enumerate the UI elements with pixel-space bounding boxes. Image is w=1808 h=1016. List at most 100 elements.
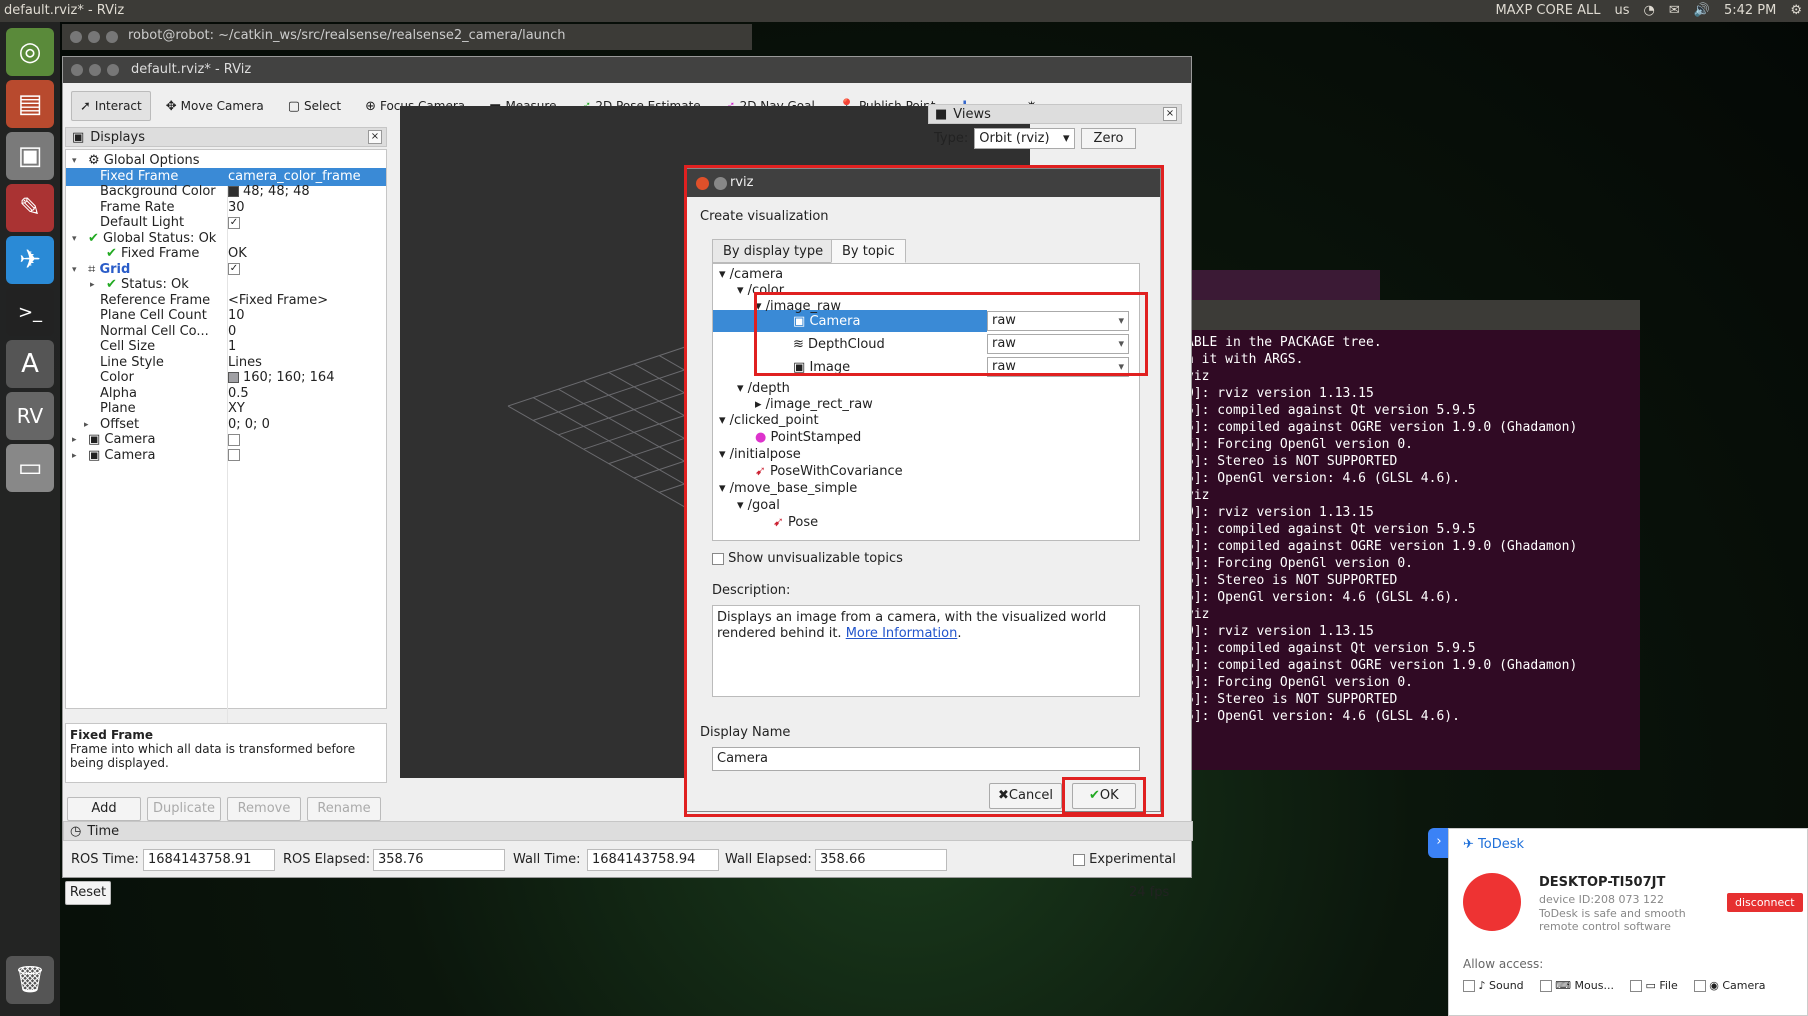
volume-icon[interactable]: 🔊 (1694, 3, 1710, 18)
dash-icon[interactable]: ◎ (6, 28, 54, 76)
tree-camera-2[interactable]: ▸ ▣ Camera (66, 447, 386, 465)
minimize-icon[interactable] (88, 31, 100, 43)
description-label: Description: (712, 583, 791, 598)
ros-time-field[interactable]: 1684143758.91 (143, 849, 275, 871)
software-center-icon[interactable]: A (6, 340, 54, 388)
close-icon[interactable] (696, 177, 709, 190)
drive-icon[interactable]: ▭ (6, 444, 54, 492)
close-panel-button[interactable]: × (368, 130, 382, 144)
rviz-titlebar[interactable]: default.rviz* - RViz (63, 57, 1191, 83)
tree-item-depth[interactable]: ▾ /depth (737, 380, 790, 397)
cancel-button[interactable]: ✖Cancel (989, 783, 1062, 809)
duplicate-button[interactable]: Duplicate (147, 797, 221, 821)
experimental-checkbox[interactable]: Experimental (1073, 852, 1176, 867)
tree-item-goal[interactable]: ▾ /goal (737, 497, 780, 514)
description-area: Displays an image from a camera, with th… (712, 605, 1140, 697)
permission-sound[interactable]: ♪ Sound (1463, 979, 1524, 992)
gpu-indicator[interactable]: MAXP CORE ALL (1495, 3, 1600, 18)
checkbox[interactable] (228, 449, 240, 461)
rename-button[interactable]: Rename (307, 797, 381, 821)
permission-mouse[interactable]: ⌨ Mous... (1539, 979, 1614, 992)
wall-elapsed-field[interactable]: 358.66 (815, 849, 947, 871)
checkbox[interactable] (228, 433, 240, 446)
gear-icon[interactable]: ⚙ (1790, 3, 1802, 18)
maximize-icon[interactable] (107, 64, 119, 76)
terminal-line: 5]: Stereo is NOT SUPPORTED (1186, 692, 1398, 707)
ros-elapsed-field[interactable]: 358.76 (373, 849, 505, 871)
expand-arrow-icon[interactable]: ▸ (72, 447, 77, 465)
display-name-label: Display Name (700, 725, 791, 740)
view-type-label: Type: (934, 131, 969, 146)
checkbox[interactable]: ✓ (228, 263, 240, 275)
tree-item-posewithcovariance[interactable]: ➹ PoseWithCovariance (755, 463, 903, 480)
move-camera-tool[interactable]: ✥ Move Camera (157, 91, 273, 121)
wall-time-field[interactable]: 1684143758.94 (587, 849, 719, 871)
minimize-icon[interactable] (89, 64, 101, 76)
tree-item-image-rect-raw[interactable]: ▸ /image_rect_raw (755, 396, 873, 413)
tab-by-display-type[interactable]: By display type (712, 239, 835, 263)
terminal-titlebar[interactable] (1180, 300, 1640, 330)
settings-icon[interactable]: ✎ (6, 184, 54, 232)
status-icon: ✔ (88, 230, 104, 246)
terminal-line: ABLE in the PACKAGE tree. (1186, 335, 1382, 350)
time-panel: ◷ Time ROS Time: 1684143758.91 ROS Elaps… (63, 821, 1193, 905)
files-icon[interactable]: ▤ (6, 80, 54, 128)
disconnect-button[interactable]: disconnect (1727, 893, 1803, 912)
terminal-icon[interactable]: >_ (6, 288, 54, 336)
wifi-icon[interactable]: ◔ (1644, 3, 1655, 18)
displays-tree[interactable]: ▾ ⚙ Global Options Fixed Frame camera_color… (65, 149, 387, 732)
zero-button[interactable]: Zero (1080, 128, 1137, 149)
tree-item-clicked-point[interactable]: ▾ /clicked_point (719, 412, 819, 429)
tree-item-move-base-simple[interactable]: ▾ /move_base_simple (719, 480, 857, 497)
remove-button[interactable]: Remove (227, 797, 301, 821)
views-header: ■ Views × (928, 104, 1182, 124)
mail-icon[interactable]: ✉ (1669, 3, 1680, 18)
status-icon: ✔ (106, 246, 122, 261)
close-icon[interactable] (71, 64, 83, 76)
todesk-collapse-button[interactable]: › (1428, 828, 1450, 858)
tree-item-pose[interactable]: ➹ Pose (773, 514, 818, 531)
maximize-icon[interactable] (106, 31, 118, 43)
focus-icon: ⊕ (365, 98, 376, 114)
view-type-select[interactable]: Orbit (rviz) ▾ (974, 128, 1075, 149)
launcher: ◎ ▤ ▣ ✎ ✈ >_ A RV ▭ 🗑 (0, 22, 60, 1016)
tree-item-camera[interactable]: ▾ /camera (719, 266, 783, 283)
keyboard-indicator[interactable]: us (1615, 3, 1630, 18)
display-name-input[interactable]: Camera (712, 747, 1140, 771)
terminal-output[interactable]: ABLE in the PACKAGE tree. n it with ARGS.… (1180, 330, 1640, 770)
tree-item-pointstamped[interactable]: ● PointStamped (755, 429, 861, 446)
tree-item-initialpose[interactable]: ▾ /initialpose (719, 446, 801, 463)
terminal-line: 5]: compiled against OGRE version 1.9.0 … (1186, 539, 1578, 554)
clock[interactable]: 5:42 PM (1724, 3, 1776, 18)
close-panel-button[interactable]: × (1163, 107, 1177, 121)
device-name: DESKTOP-TI507JT (1539, 875, 1666, 890)
add-button[interactable]: Add (67, 797, 141, 821)
status-icon: ▣ (88, 432, 105, 447)
status-icon: ▣ (88, 447, 105, 463)
permission-camera[interactable]: ◉ Camera (1693, 979, 1766, 992)
monitor-icon: ▣ (72, 129, 85, 145)
permission-file[interactable]: ▭ File (1629, 979, 1678, 992)
pose-covariance-icon: ➹ (755, 464, 766, 479)
dialog-titlebar[interactable]: rviz (686, 169, 1160, 197)
fps-readout: 24 fps (1129, 885, 1170, 900)
move-icon: ✥ (165, 98, 177, 114)
background-terminal-title[interactable]: robot@robot: ~/catkin_ws/src/realsense/r… (62, 24, 752, 50)
archive-icon[interactable]: ▣ (6, 132, 54, 180)
color-swatch[interactable] (228, 372, 239, 383)
displays-header: ▣ Displays × (65, 127, 387, 147)
color-swatch[interactable] (228, 186, 239, 197)
minimize-icon[interactable] (714, 177, 727, 190)
todesk-icon[interactable]: ✈ (6, 236, 54, 284)
show-unvisualizable-checkbox[interactable]: Show unvisualizable topics (712, 551, 903, 566)
trash-icon[interactable]: 🗑 (6, 956, 54, 1004)
tab-by-topic[interactable]: By topic (831, 239, 906, 263)
more-information-link[interactable]: More Information (846, 626, 958, 641)
rviz-icon[interactable]: RV (6, 392, 54, 440)
interact-tool[interactable]: ➚ Interact (71, 91, 151, 121)
select-tool[interactable]: ▢ Select (279, 91, 350, 121)
close-icon[interactable] (70, 31, 82, 43)
reset-button[interactable]: Reset (65, 881, 111, 905)
time-header: ◷ Time (63, 821, 1193, 841)
checkbox[interactable]: ✓ (228, 216, 240, 229)
